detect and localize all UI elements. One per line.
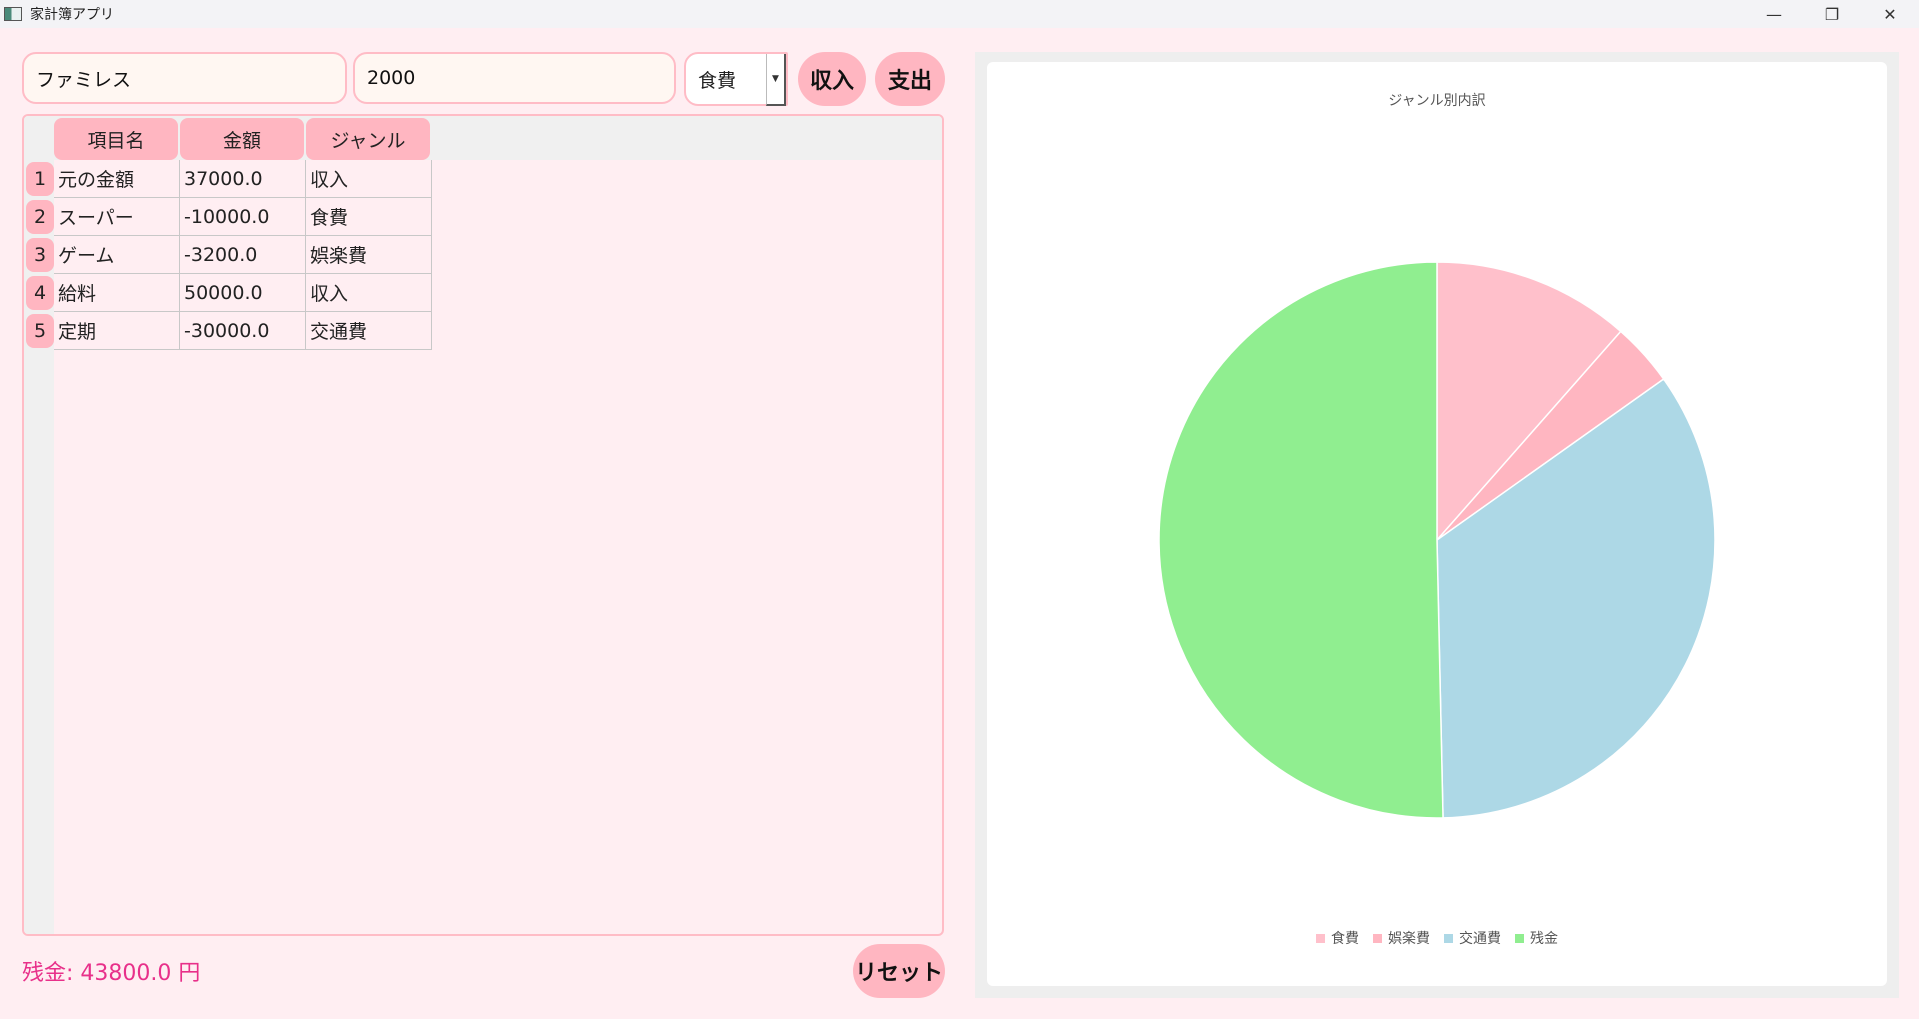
pie-slice-3	[1158, 261, 1444, 819]
legend-swatch	[1515, 933, 1524, 943]
legend-swatch	[1316, 933, 1325, 943]
cell-amount[interactable]: -3200.0	[180, 236, 306, 274]
expense-button[interactable]: 支出	[875, 52, 945, 106]
cell-genre[interactable]: 食費	[306, 198, 432, 236]
chevron-down-icon[interactable]: ▼	[766, 54, 786, 106]
cell-amount[interactable]: -30000.0	[180, 312, 306, 350]
close-button[interactable]: ✕	[1861, 0, 1919, 28]
row-number[interactable]: 4	[26, 276, 54, 310]
genre-selected-value: 食費	[698, 69, 737, 92]
minimize-button[interactable]: —	[1745, 0, 1803, 28]
cell-amount[interactable]: -10000.0	[180, 198, 306, 236]
column-header-name[interactable]: 項目名	[54, 118, 178, 160]
legend-swatch	[1444, 933, 1453, 943]
balance-label: 残金: 43800.0 円	[22, 961, 201, 986]
cell-name[interactable]: スーパー	[54, 198, 180, 236]
income-button[interactable]: 収入	[798, 52, 866, 106]
row-number[interactable]: 1	[26, 162, 54, 196]
cell-name[interactable]: 元の金額	[54, 160, 180, 198]
legend-item: 交通費	[1444, 928, 1501, 948]
cell-name[interactable]: ゲーム	[54, 236, 180, 274]
legend-item: 残金	[1515, 928, 1558, 948]
title-bar: 家計簿アプリ — ❐ ✕	[0, 0, 1919, 28]
amount-input[interactable]	[353, 52, 676, 104]
row-number[interactable]: 5	[26, 314, 54, 348]
cell-genre[interactable]: 交通費	[306, 312, 432, 350]
cell-genre[interactable]: 収入	[306, 274, 432, 312]
legend-label: 交通費	[1459, 931, 1501, 947]
legend-label: 娯楽費	[1388, 931, 1430, 947]
chart-legend: 食費 娯楽費 交通費 残金	[987, 928, 1887, 948]
window-controls: — ❐ ✕	[1745, 0, 1919, 28]
legend-swatch	[1373, 933, 1382, 943]
cell-amount[interactable]: 50000.0	[180, 274, 306, 312]
cell-genre[interactable]: 娯楽費	[306, 236, 432, 274]
legend-item: 娯楽費	[1373, 928, 1430, 948]
app-icon	[4, 7, 22, 21]
reset-button[interactable]: リセット	[853, 944, 945, 998]
legend-label: 食費	[1331, 931, 1359, 947]
chart-panel: ジャンル別内訳 食費 娯楽費 交通費 残金	[975, 52, 1899, 998]
pie-chart	[1158, 261, 1716, 819]
chart-area: ジャンル別内訳 食費 娯楽費 交通費 残金	[987, 62, 1887, 986]
cell-genre[interactable]: 収入	[306, 160, 432, 198]
row-number[interactable]: 2	[26, 200, 54, 234]
column-header-amount[interactable]: 金額	[180, 118, 304, 160]
restore-button[interactable]: ❐	[1803, 0, 1861, 28]
row-number[interactable]: 3	[26, 238, 54, 272]
legend-item: 食費	[1316, 928, 1359, 948]
genre-select[interactable]: 食費 ▼	[684, 52, 788, 106]
column-header-genre[interactable]: ジャンル	[306, 118, 430, 160]
cell-name[interactable]: 給料	[54, 274, 180, 312]
window-title: 家計簿アプリ	[30, 7, 114, 23]
item-name-input[interactable]	[22, 52, 347, 104]
transactions-table[interactable]: 項目名 金額 ジャンル 1 元の金額 37000.0 収入 2 スーパー -10…	[22, 114, 944, 936]
cell-amount[interactable]: 37000.0	[180, 160, 306, 198]
cell-name[interactable]: 定期	[54, 312, 180, 350]
legend-label: 残金	[1530, 931, 1558, 947]
